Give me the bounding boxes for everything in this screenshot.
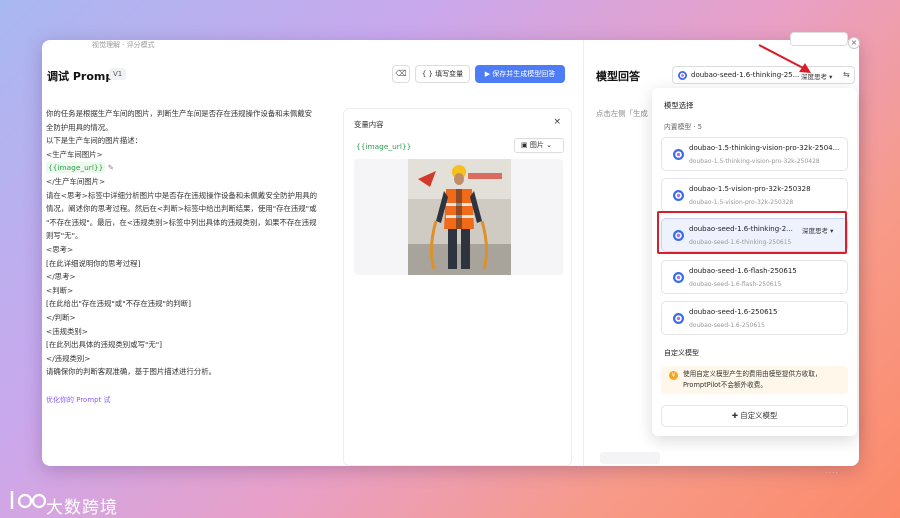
close-icon[interactable]: × — [848, 37, 860, 49]
prompt-variable-tag[interactable]: {{image_url}} — [46, 162, 106, 174]
prompt-line: 请确保你的判断客观准确，基于图片描述进行分析。 — [46, 367, 216, 377]
model-id: doubao-1.5-thinking-vision-pro-32k-25042… — [689, 158, 820, 165]
model-name: doubao-seed-1.6-250615 — [689, 308, 778, 316]
prompt-line: </判断> — [46, 312, 76, 322]
worker-photo[interactable] — [408, 159, 511, 275]
model-logo-icon — [673, 272, 684, 283]
billing-notice: ¥ 使用自定义模型产生的费用由模型提供方收取，PromptPilot不会额外收费… — [661, 366, 848, 394]
watermark-text: 大数跨境 — [46, 498, 118, 518]
prompt-text[interactable]: 你的任务是根据生产车间的图片，判断生产车间是否存在违规操作设备和未佩戴安 全防护用… — [46, 107, 338, 379]
edit-variable-icon[interactable]: ✎ — [105, 163, 114, 172]
prompt-line: [在此列出具体的违规类别或写"无"] — [46, 340, 163, 350]
prompt-line: <违规类别> — [46, 326, 88, 336]
model-logo-icon — [673, 313, 684, 324]
annotation-arrow-icon — [758, 44, 811, 73]
breadcrumb: 视觉理解 · 评分模式 — [92, 41, 155, 49]
model-id: doubao-seed-1.6-flash-250615 — [689, 281, 782, 288]
image-preview — [354, 159, 563, 275]
prompt-line: 请在<思考>标签中详细分析图片中是否存在违规操作设备和未佩戴安全防护用具的 — [46, 190, 318, 200]
prompt-line: 全防护用具的情况。 — [46, 122, 113, 132]
prompt-line: </生产车间图片> — [46, 176, 106, 186]
plus-icon: ✚ — [731, 411, 738, 420]
model-logo-icon — [673, 190, 684, 201]
close-icon[interactable]: × — [553, 117, 561, 127]
model-id: doubao-seed-1.6-250615 — [689, 322, 765, 329]
variable-type-select[interactable]: ▣ 图片 ⌄ — [514, 138, 564, 153]
custom-models-label: 自定义模型 — [664, 349, 699, 357]
model-option[interactable]: doubao-seed-1.6-flash-250615 doubao-seed… — [661, 260, 848, 294]
model-logo-icon — [673, 149, 684, 160]
footer-mini-text: · · · · — [826, 470, 838, 476]
builtin-models-label: 内置模型 · 5 — [664, 123, 702, 131]
answer-footer — [600, 452, 660, 464]
coin-icon: ¥ — [669, 371, 678, 380]
add-custom-model-button[interactable]: ✚ 自定义模型 — [661, 405, 848, 427]
variable-type-label: 图片 — [529, 141, 544, 149]
model-option[interactable]: doubao-seed-1.6-250615 doubao-seed-1.6-2… — [661, 301, 848, 335]
model-option[interactable]: doubao-1.5-thinking-vision-pro-32k-2504.… — [661, 137, 848, 171]
prompt-line: 情况，阐述你的思考过程。然后在<判断>标签中给出判断结果，使用"存在违规"或 — [46, 204, 317, 214]
version-badge[interactable]: V1 — [109, 68, 127, 80]
variable-name: {{image_url}} — [356, 142, 412, 151]
answer-hint: 点击左侧「生成 — [596, 109, 648, 118]
prompt-line: {{image_url}} ✎ — [46, 161, 338, 175]
page-title: 调试 Prompt — [47, 70, 119, 83]
clear-icon[interactable]: ⌫ — [392, 65, 410, 83]
prompt-line: 则写"无"。 — [46, 231, 83, 241]
optimize-prompt-link[interactable]: 优化你的 Prompt 试 — [46, 395, 111, 405]
model-name: doubao-1.5-thinking-vision-pro-32k-2504.… — [689, 144, 840, 152]
prompt-line: <思考> — [46, 244, 74, 254]
dropdown-title: 模型选择 — [664, 101, 694, 110]
prompt-header: 调试 Prompt V1 ⌫ { } 填写变量 ▶ 保存并生成模型回答 — [42, 60, 584, 90]
model-dropdown: 模型选择 内置模型 · 5 doubao-1.5-thinking-vision… — [652, 88, 857, 436]
prompt-line: "不存在违规"。最后，在<违规类别>标签中列出具体的违规类别，如果不存在违规 — [46, 217, 317, 227]
model-name: doubao-1.5-vision-pro-32k-250328 — [689, 185, 811, 193]
variable-panel: 变量内容 × {{image_url}} ▣ 图片 ⌄ — [343, 108, 572, 466]
variable-panel-title: 变量内容 — [354, 120, 384, 129]
prompt-line: </违规类别> — [46, 353, 91, 363]
settings-icon[interactable]: ⇆ — [843, 70, 850, 79]
prompt-line: 你的任务是根据生产车间的图片，判断生产车间是否存在违规操作设备和未佩戴安 — [46, 109, 313, 118]
model-logo-icon — [678, 71, 687, 80]
notice-text: 使用自定义模型产生的费用由模型提供方收取，PromptPilot不会额外收费。 — [683, 370, 822, 389]
add-custom-model-label: 自定义模型 — [740, 411, 778, 420]
prompt-line: 以下是生产车间的图片描述： — [46, 136, 143, 146]
prompt-line: </思考> — [46, 272, 76, 282]
fill-variable-button[interactable]: { } 填写变量 — [415, 65, 470, 83]
model-option[interactable]: doubao-1.5-vision-pro-32k-250328 doubao-… — [661, 178, 848, 212]
highlight-box — [657, 211, 847, 254]
prompt-line: [在此给出"存在违规"或"不存在违规"的判断] — [46, 299, 192, 309]
watermark-logo-icon — [10, 491, 47, 509]
save-generate-label: 保存并生成模型回答 — [492, 70, 556, 78]
prompt-line: <判断> — [46, 285, 74, 295]
model-id: doubao-1.5-vision-pro-32k-250328 — [689, 199, 794, 206]
prompt-line: <生产车间图片> — [46, 149, 103, 159]
fill-variable-label: 填写变量 — [435, 70, 464, 78]
prompt-line: [在此详细说明你的思考过程] — [46, 258, 141, 268]
save-generate-button[interactable]: ▶ 保存并生成模型回答 — [475, 65, 565, 83]
answer-title: 模型回答 — [596, 70, 640, 83]
model-name: doubao-seed-1.6-flash-250615 — [689, 267, 797, 275]
